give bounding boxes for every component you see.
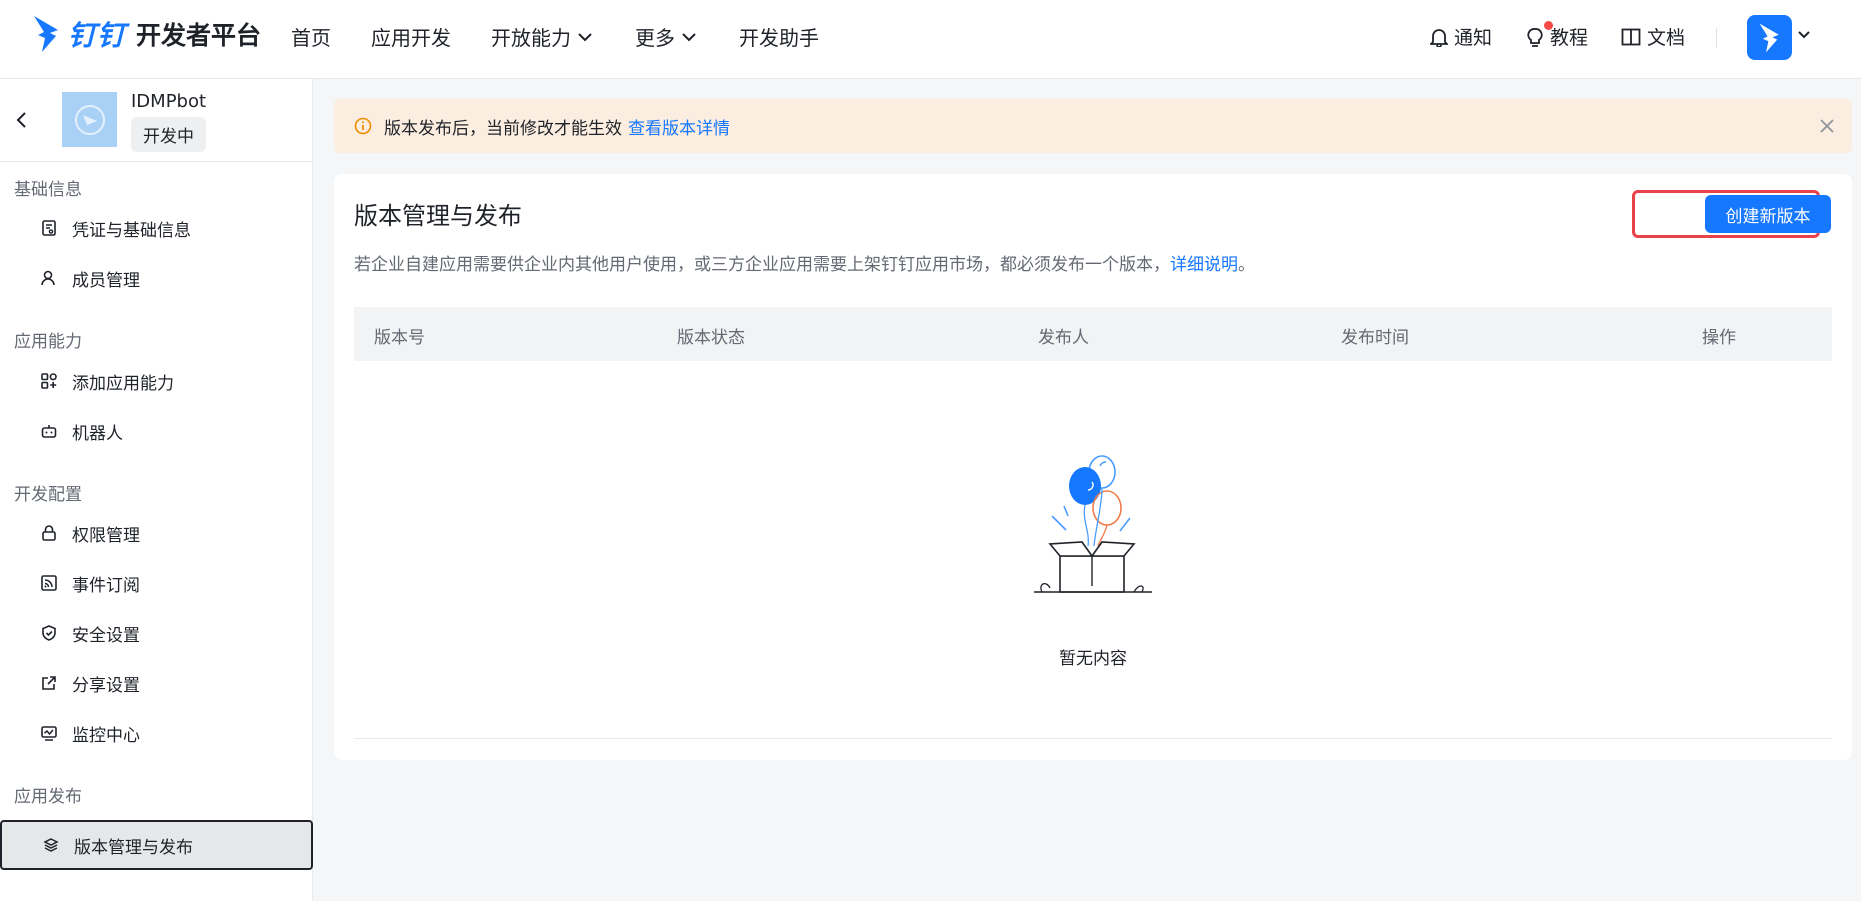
section-title: 应用能力 xyxy=(14,332,82,352)
nav-label: 更多 xyxy=(635,26,675,50)
sidebar-item-events[interactable]: 事件订阅 xyxy=(0,561,313,605)
user-icon xyxy=(41,270,55,286)
bell-icon xyxy=(1430,28,1448,47)
credential-icon xyxy=(42,220,56,236)
docs-button[interactable]: 文档 xyxy=(1621,23,1685,50)
description-text: 若企业自建应用需要供企业内其他用户使用，或三方企业应用需要上架钉钉应用市场，都必… xyxy=(354,255,1170,275)
chevron-down-icon[interactable] xyxy=(1797,30,1811,40)
nav-more[interactable]: 更多 xyxy=(635,22,697,51)
sidebar-item-monitor[interactable]: 监控中心 xyxy=(0,711,313,755)
tutorial-button[interactable]: 教程 xyxy=(1526,21,1589,50)
nav-app-dev[interactable]: 应用开发 xyxy=(371,22,451,51)
sidebar-item-label: 添加应用能力 xyxy=(72,373,174,394)
table-divider xyxy=(354,738,1832,739)
column-header-status: 版本状态 xyxy=(677,328,745,348)
section-title: 基础信息 xyxy=(14,180,82,200)
close-icon[interactable] xyxy=(1818,117,1836,135)
notify-button[interactable]: 通知 xyxy=(1430,23,1492,50)
sidebar-item-label: 分享设置 xyxy=(72,675,140,696)
notification-dot xyxy=(1544,21,1553,30)
docs-label: 文档 xyxy=(1647,27,1686,49)
sidebar-item-permissions[interactable]: 权限管理 xyxy=(0,511,313,555)
dingtalk-wing-icon xyxy=(34,16,58,52)
sidebar-item-add-capability[interactable]: 添加应用能力 xyxy=(0,359,313,403)
empty-box-illustration xyxy=(1034,455,1152,593)
sidebar-item-credentials[interactable]: 凭证与基础信息 xyxy=(0,206,313,250)
robot-icon xyxy=(41,425,57,438)
column-header-publish-time: 发布时间 xyxy=(1341,328,1409,348)
notice-text: 版本发布后，当前修改才能生效 xyxy=(384,118,622,139)
monitor-icon xyxy=(41,726,57,741)
table-header: 版本号 版本状态 发布人 发布时间 操作 xyxy=(354,307,1832,361)
sidebar-item-members[interactable]: 成员管理 xyxy=(0,256,313,300)
sidebar-item-label: 成员管理 xyxy=(72,270,140,291)
sidebar-item-label: 版本管理与发布 xyxy=(74,837,193,858)
nav-label: 开发助手 xyxy=(739,26,819,50)
create-version-button[interactable]: 创建新版本 xyxy=(1705,195,1831,233)
version-management-card: 版本管理与发布 创建新版本 若企业自建应用需要供企业内其他用户使用，或三方企业应… xyxy=(334,174,1852,760)
app-name: IDMPbot xyxy=(131,91,207,112)
notify-label: 通知 xyxy=(1454,27,1493,49)
layers-icon xyxy=(43,838,59,852)
bulb-icon xyxy=(1527,27,1543,47)
column-header-actions: 操作 xyxy=(1702,328,1736,348)
page-description: 若企业自建应用需要供企业内其他用户使用，或三方企业应用需要上架钉钉应用市场，都必… xyxy=(354,250,1255,275)
nav-dev-assistant[interactable]: 开发助手 xyxy=(739,22,819,51)
sidebar-item-security[interactable]: 安全设置 xyxy=(0,611,313,655)
chevron-down-icon xyxy=(578,32,592,41)
nav-open-capability[interactable]: 开放能力 xyxy=(491,22,593,51)
sidebar-item-label: 事件订阅 xyxy=(72,575,140,596)
sidebar-item-version-release[interactable]: 版本管理与发布 xyxy=(0,820,313,870)
column-header-publisher: 发布人 xyxy=(1038,328,1089,348)
sidebar-item-label: 安全设置 xyxy=(72,625,140,646)
share-icon xyxy=(42,676,56,690)
sidebar-item-label: 权限管理 xyxy=(72,525,140,546)
empty-state-text: 暂无内容 xyxy=(1059,649,1127,669)
rss-icon xyxy=(41,575,57,591)
info-icon xyxy=(354,117,372,135)
sidebar-item-share[interactable]: 分享设置 xyxy=(0,661,313,705)
sidebar-item-robot[interactable]: 机器人 xyxy=(0,409,313,453)
details-link[interactable]: 详细说明 xyxy=(1170,255,1238,275)
shield-icon xyxy=(42,625,56,641)
chevron-down-icon xyxy=(682,32,696,41)
nav-label: 应用开发 xyxy=(371,26,451,50)
app-logo-icon xyxy=(74,104,105,135)
section-title: 开发配置 xyxy=(14,485,82,505)
user-avatar[interactable] xyxy=(1747,15,1792,60)
platform-title: 开发者平台 xyxy=(136,21,262,50)
dingtalk-logo[interactable]: 钉钉 开发者平台 xyxy=(32,14,261,54)
sidebar: IDMPbot 开发中 基础信息 凭证与基础信息 成员管理 应用能力 添加应用能… xyxy=(0,79,313,901)
page-title: 版本管理与发布 xyxy=(354,202,522,230)
nav-divider xyxy=(1716,28,1717,48)
nav-home[interactable]: 首页 xyxy=(291,22,331,51)
status-badge: 开发中 xyxy=(131,117,206,152)
dingtalk-wing-icon xyxy=(1759,23,1779,52)
section-title: 应用发布 xyxy=(14,787,82,807)
back-arrow-icon[interactable] xyxy=(14,110,30,130)
brand-name: 钉钉 xyxy=(68,19,127,52)
sidebar-item-label: 机器人 xyxy=(72,423,123,444)
nav-label: 首页 xyxy=(291,26,331,50)
lock-icon xyxy=(42,525,56,541)
sidebar-item-label: 监控中心 xyxy=(72,725,140,746)
view-version-details-link[interactable]: 查看版本详情 xyxy=(628,114,730,139)
description-end: 。 xyxy=(1238,255,1255,275)
book-icon xyxy=(1621,28,1641,45)
column-header-version: 版本号 xyxy=(374,328,425,348)
tutorial-label: 教程 xyxy=(1550,27,1589,49)
notice-banner: 版本发布后，当前修改才能生效 查看版本详情 xyxy=(334,99,1852,153)
sidebar-item-label: 凭证与基础信息 xyxy=(72,220,191,241)
app-header: IDMPbot 开发中 xyxy=(0,79,313,162)
nav-label: 开放能力 xyxy=(491,26,571,50)
top-navigation-bar: 钉钉 开发者平台 首页 应用开发 开放能力 更多 开发助手 通知 教程 文档 xyxy=(0,0,1861,79)
app-icon xyxy=(62,92,117,147)
grid-plus-icon xyxy=(41,373,57,389)
